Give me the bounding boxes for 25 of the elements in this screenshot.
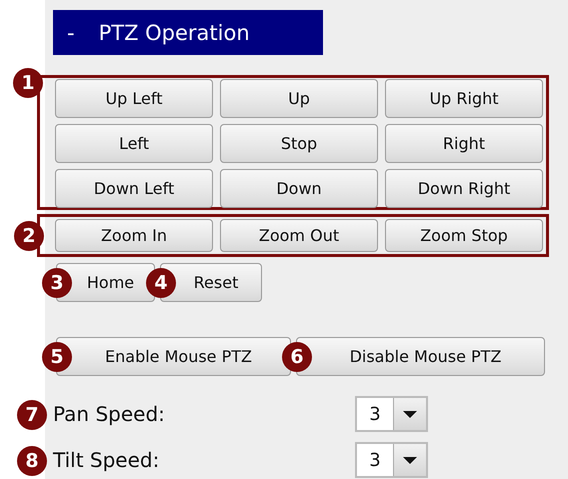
number-badge: 3 [42, 268, 72, 298]
section-header[interactable]: - PTZ Operation [53, 10, 323, 55]
dropdown-arrow-icon [403, 410, 417, 418]
speed-label: Tilt Speed: [53, 448, 160, 472]
zoom-button[interactable]: Zoom Stop [385, 219, 543, 252]
direction-button[interactable]: Left [55, 124, 213, 163]
direction-button[interactable]: Down Left [55, 169, 213, 208]
number-badge: 2 [14, 221, 44, 251]
number-badge: 7 [17, 400, 47, 430]
dropdown-arrow-icon [403, 456, 417, 464]
direction-button[interactable]: Up Left [55, 79, 213, 118]
direction-button[interactable]: Up [220, 79, 378, 118]
direction-button[interactable]: Stop [220, 124, 378, 163]
direction-button[interactable]: Down Right [385, 169, 543, 208]
direction-button[interactable]: Up Right [385, 79, 543, 118]
speed-dropdown[interactable]: 3 [355, 396, 428, 432]
zoom-button[interactable]: Zoom Out [220, 219, 378, 252]
direction-button[interactable]: Down [220, 169, 378, 208]
zoom-button[interactable]: Zoom In [55, 219, 213, 252]
number-badge: 1 [13, 68, 43, 98]
number-badge: 5 [42, 342, 72, 372]
speed-label: Pan Speed: [53, 402, 166, 426]
speed-dropdown[interactable]: 3 [355, 442, 428, 478]
direction-button[interactable]: Right [385, 124, 543, 163]
number-badge: 8 [17, 446, 47, 476]
